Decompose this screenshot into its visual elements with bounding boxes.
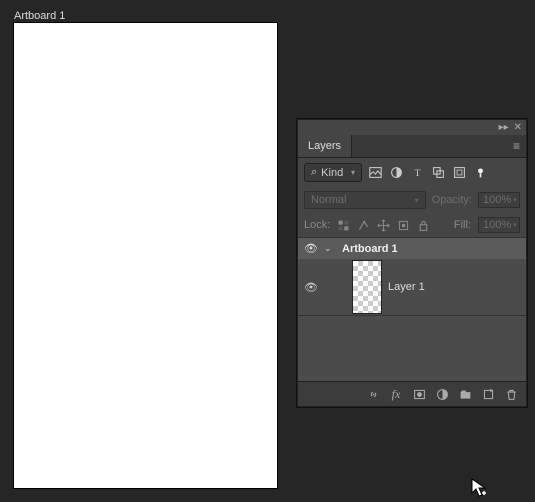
layer-style-icon[interactable]: fx	[389, 387, 403, 401]
layers-panel: ▸▸ ✕ Layers ≡ ⌕ Kind ▾ T Normal ▾ Opacit…	[297, 119, 527, 407]
opacity-label: Opacity:	[432, 194, 472, 206]
filter-pixel-icon[interactable]	[368, 166, 382, 180]
filter-shape-icon[interactable]	[431, 166, 445, 180]
svg-text:T: T	[414, 168, 420, 179]
layers-empty-area	[298, 315, 526, 381]
filter-adjustment-icon[interactable]	[389, 166, 403, 180]
layer-row[interactable]: 👁 Layer 1	[298, 259, 526, 315]
layer-mask-icon[interactable]	[412, 387, 426, 401]
blend-mode-value: Normal	[311, 194, 346, 206]
lock-artboard-icon[interactable]	[397, 219, 410, 232]
fill-label: Fill:	[454, 219, 471, 231]
new-layer-icon[interactable]	[481, 387, 495, 401]
link-layers-icon[interactable]	[366, 387, 380, 401]
lock-transparency-icon[interactable]	[337, 219, 350, 232]
chevron-down-icon: ▾	[351, 168, 355, 177]
chevron-down-icon: ▾	[513, 221, 517, 229]
chevron-down-icon: ▾	[513, 196, 517, 204]
lock-image-icon[interactable]	[357, 219, 370, 232]
artboard-label: Artboard 1	[14, 10, 65, 22]
lock-position-icon[interactable]	[377, 219, 390, 232]
filter-type-icon[interactable]: T	[410, 166, 424, 180]
trash-icon[interactable]	[504, 387, 518, 401]
fill-value: 100%	[483, 219, 511, 231]
chevron-down-icon[interactable]: ⌄	[324, 243, 336, 254]
visibility-toggle-icon[interactable]: 👁	[304, 281, 318, 294]
group-icon[interactable]	[458, 387, 472, 401]
kind-label: Kind	[321, 167, 343, 179]
search-icon: ⌕	[311, 166, 317, 179]
visibility-toggle-icon[interactable]: 👁	[304, 242, 318, 255]
opacity-value: 100%	[483, 194, 511, 206]
panel-close-icon[interactable]: ✕	[514, 122, 522, 133]
artboard-name[interactable]: Artboard 1	[342, 243, 398, 255]
layer-artboard-row[interactable]: 👁 ⌄ Artboard 1	[298, 238, 526, 259]
layer-thumbnail[interactable]	[352, 260, 382, 314]
canvas-artboard[interactable]	[14, 23, 277, 488]
fill-input[interactable]: 100% ▾	[478, 217, 520, 233]
filter-smartobject-icon[interactable]	[452, 166, 466, 180]
adjustment-layer-icon[interactable]	[435, 387, 449, 401]
filter-toggle-icon[interactable]	[473, 166, 487, 180]
cursor-icon	[471, 478, 489, 501]
lock-label: Lock:	[304, 219, 330, 231]
panel-collapse-icon[interactable]: ▸▸	[499, 122, 509, 133]
chevron-down-icon: ▾	[415, 196, 419, 205]
opacity-input[interactable]: 100% ▾	[478, 192, 520, 208]
layer-filter-kind-select[interactable]: ⌕ Kind ▾	[304, 163, 362, 182]
layer-name[interactable]: Layer 1	[388, 281, 425, 293]
panel-menu-icon[interactable]: ≡	[507, 139, 526, 153]
lock-all-icon[interactable]	[417, 219, 430, 232]
tab-layers[interactable]: Layers	[298, 135, 352, 157]
blend-mode-select[interactable]: Normal ▾	[304, 191, 426, 209]
